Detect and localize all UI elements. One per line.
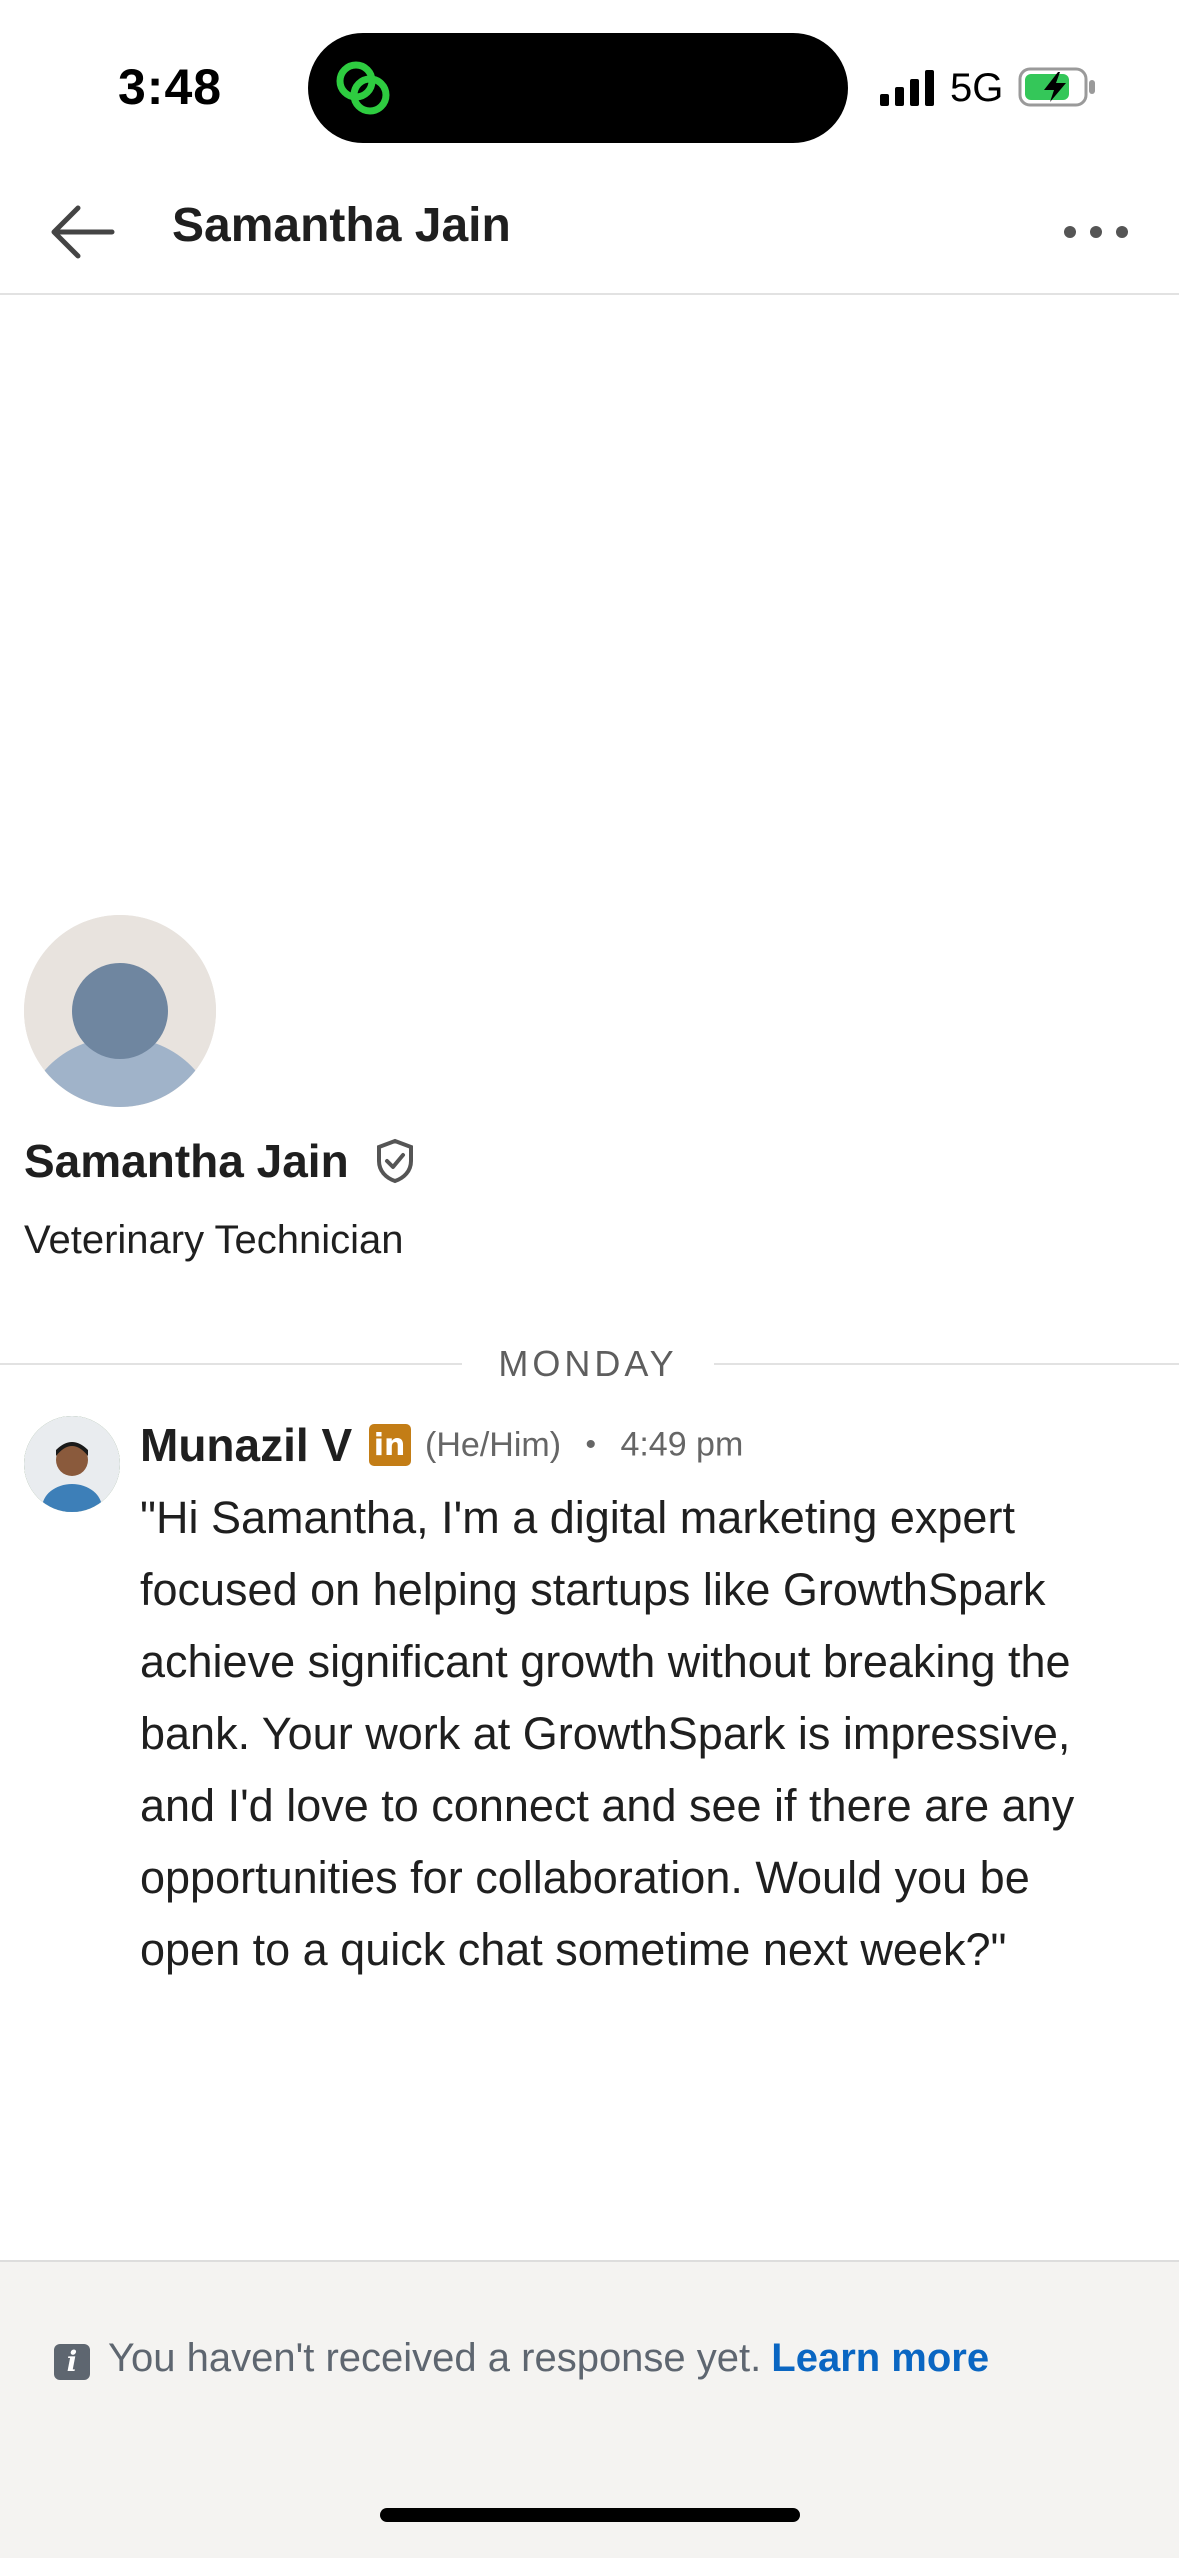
profile-avatar[interactable]	[24, 915, 216, 1107]
learn-more-link[interactable]: Learn more	[771, 2336, 989, 2380]
message-time: 4:49 pm	[620, 1425, 744, 1464]
more-options-icon[interactable]	[1060, 208, 1132, 256]
sender-photo	[24, 1416, 120, 1512]
profile-name[interactable]: Samantha Jain	[24, 1135, 349, 1187]
status-time: 3:48	[118, 59, 223, 115]
message-header: Munazil V in (He/Him) • 4:49 pm	[140, 1418, 743, 1472]
message-text: "Hi Samantha, I'm a digital marketing ex…	[140, 1492, 1075, 1975]
signal-icon	[880, 70, 934, 106]
network-label: 5G	[950, 66, 1004, 110]
separator-dot: •	[585, 1428, 596, 1461]
notice-row: You haven't received a response yet. Lear…	[108, 2336, 989, 2381]
conversation-header: Samantha Jain	[0, 170, 1179, 295]
sender-pronouns: (He/Him)	[425, 1425, 562, 1464]
back-arrow-icon[interactable]	[48, 200, 116, 264]
person-placeholder-icon	[24, 915, 216, 1107]
profile-headline: Veterinary Technician	[24, 1218, 404, 1262]
sender-name[interactable]: Munazil V	[140, 1419, 352, 1471]
sender-avatar[interactable]	[24, 1416, 120, 1512]
battery-charging-icon	[1018, 67, 1095, 107]
verified-shield-icon	[377, 1138, 414, 1184]
header-title[interactable]: Samantha Jain	[172, 198, 511, 253]
link-icon	[336, 61, 390, 115]
profile-name-row[interactable]: Samantha Jain	[24, 1134, 419, 1188]
info-icon: i	[54, 2344, 90, 2380]
status-bar: 3:48 5G	[0, 0, 1179, 170]
linkedin-premium-icon: in	[368, 1424, 411, 1466]
notice-text: You haven't received a response yet.	[108, 2336, 762, 2380]
home-indicator[interactable]	[380, 2508, 800, 2522]
day-label: MONDAY	[462, 1343, 714, 1385]
dynamic-island	[308, 33, 848, 143]
